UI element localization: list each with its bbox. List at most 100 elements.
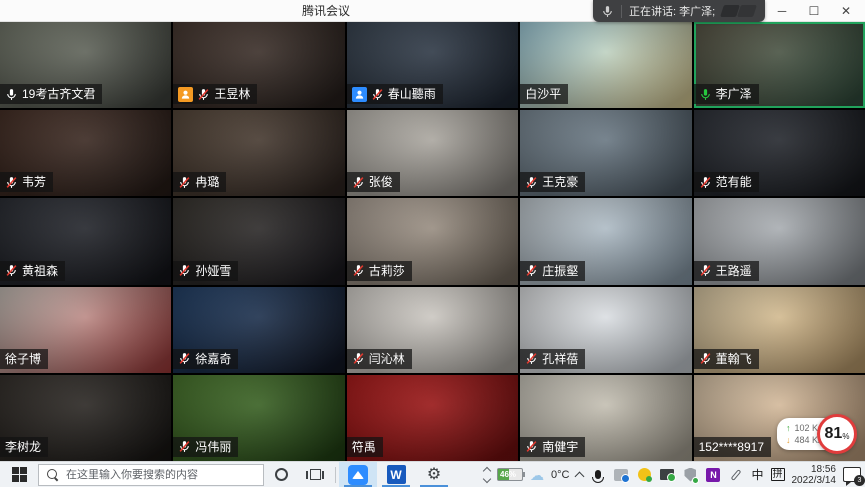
mic-icon <box>5 88 18 101</box>
video-tile[interactable]: 徐嘉奇 <box>173 287 344 373</box>
taskbar-scroll-chevrons[interactable] <box>484 468 490 482</box>
participant-name: 冯伟丽 <box>195 438 231 456</box>
participant-name: 庄振壑 <box>542 262 578 280</box>
video-tile[interactable]: 南健宇 <box>520 375 691 461</box>
video-tile[interactable]: 王昱林 <box>173 22 344 108</box>
weather-temperature[interactable]: 0°C <box>551 469 569 481</box>
speaking-toast: 正在讲话: 李广泽; <box>593 0 765 22</box>
search-input[interactable] <box>66 469 255 481</box>
taskbar-app-settings[interactable]: ⚙ <box>415 462 453 487</box>
video-tile[interactable]: 春山聽雨 <box>347 22 518 108</box>
video-tile[interactable]: 王路遥 <box>694 198 865 284</box>
participant-name: 152****8917 <box>699 438 764 456</box>
video-tile[interactable]: 白沙平 <box>520 22 691 108</box>
cortana-button[interactable] <box>264 462 298 487</box>
participant-label: 孙娅雪 <box>173 261 238 281</box>
weather-cloud-icon[interactable]: ☁ <box>530 468 544 482</box>
cortana-icon <box>275 468 288 481</box>
video-tile[interactable]: 黄祖森 <box>0 198 171 284</box>
taskbar-app-tencent-meeting[interactable] <box>339 462 377 487</box>
participant-label: 李广泽 <box>694 84 759 104</box>
toast-divider <box>621 5 622 18</box>
mic-muted-icon <box>699 176 712 189</box>
participant-label: 春山聽雨 <box>347 84 443 104</box>
video-tile[interactable]: 王克豪 <box>520 110 691 196</box>
video-tile[interactable]: 闫沁林 <box>347 287 518 373</box>
window-title: 腾讯会议 <box>302 0 350 22</box>
participant-label: 王克豪 <box>520 172 585 192</box>
video-tile[interactable]: 李树龙 <box>0 375 171 461</box>
participant-name: 董翰飞 <box>716 350 752 368</box>
mic-muted-icon <box>352 352 365 365</box>
microphone-tray-icon[interactable] <box>590 467 606 483</box>
video-tile[interactable]: 冯伟丽 <box>173 375 344 461</box>
toast-blob <box>737 5 757 17</box>
display-tray-icon[interactable] <box>659 467 675 483</box>
participant-label: 董翰飞 <box>694 349 759 369</box>
mic-speaking-icon <box>699 88 712 101</box>
video-tile[interactable]: 董翰飞 <box>694 287 865 373</box>
video-tile[interactable]: 古莉莎 <box>347 198 518 284</box>
upload-arrow-icon: ↑ <box>786 422 791 434</box>
video-tile[interactable]: 符禹 <box>347 375 518 461</box>
maximize-button[interactable]: ☐ <box>801 0 827 22</box>
onenote-tray-icon[interactable]: N <box>705 467 721 483</box>
video-tile[interactable]: 冉璐 <box>173 110 344 196</box>
title-bar: 腾讯会议 正在讲话: 李广泽; ─ ☐ ✕ <box>0 0 865 22</box>
participant-name: 王路遥 <box>716 262 752 280</box>
windows-taskbar: W ⚙ 46% ☁ 0°C N <box>0 461 865 487</box>
video-tile[interactable]: 李广泽 <box>694 22 865 108</box>
antivirus-ball-tray-icon[interactable] <box>636 467 652 483</box>
participant-label: 冉璐 <box>173 172 226 192</box>
video-tile[interactable]: 孔祥蓓 <box>520 287 691 373</box>
mic-muted-icon <box>178 440 191 453</box>
paperclip-tray-icon[interactable] <box>728 467 744 483</box>
participant-label: 黄祖森 <box>0 261 65 281</box>
participant-label: 李树龙 <box>0 437 48 457</box>
participant-label: 张俊 <box>347 172 400 192</box>
video-tile[interactable]: 张俊 <box>347 110 518 196</box>
video-tile[interactable]: 19考古齐文君 <box>0 22 171 108</box>
mic-muted-icon <box>699 264 712 277</box>
mic-muted-icon <box>371 88 384 101</box>
mic-muted-icon <box>352 176 365 189</box>
participant-name: 李广泽 <box>716 85 752 103</box>
video-tile[interactable]: 徐子博 <box>0 287 171 373</box>
task-view-button[interactable] <box>298 462 332 487</box>
notification-center-button[interactable]: 3 <box>843 467 861 482</box>
participant-label: 闫沁林 <box>347 349 412 369</box>
participant-label: 符禹 <box>347 437 383 457</box>
ime-pinyin-indicator[interactable]: 拼 <box>771 468 785 481</box>
close-button[interactable]: ✕ <box>833 0 859 22</box>
windows-logo-icon <box>12 467 27 482</box>
participant-name: 徐子博 <box>5 350 41 368</box>
tencent-meeting-window: 腾讯会议 正在讲话: 李广泽; ─ ☐ ✕ 19考古齐文君王昱林春山聽雨 白沙平李… <box>0 0 865 487</box>
minimize-button[interactable]: ─ <box>769 0 795 22</box>
battery-indicator[interactable]: 46% <box>497 468 523 481</box>
download-arrow-icon: ↓ <box>786 434 791 446</box>
start-button[interactable] <box>0 462 38 487</box>
taskbar-app-word[interactable]: W <box>377 462 415 487</box>
floating-stats-badge[interactable]: ↑ 102 K/s ↓ 484 K/s 81 % <box>777 414 857 454</box>
participant-name: 符禹 <box>352 438 376 456</box>
participant-name: 徐嘉奇 <box>195 350 231 368</box>
participant-label: 韦芳 <box>0 172 53 192</box>
participant-label: 王路遥 <box>694 261 759 281</box>
mic-muted-icon <box>5 176 18 189</box>
taskbar-search[interactable] <box>38 464 264 486</box>
participant-name: 闫沁林 <box>369 350 405 368</box>
participant-name: 冉璐 <box>195 173 219 191</box>
hidden-icons-chevron[interactable] <box>575 471 585 481</box>
taskbar-clock[interactable]: 18:56 2022/3/14 <box>792 464 837 486</box>
participant-name: 张俊 <box>369 173 393 191</box>
video-tile[interactable]: 韦芳 <box>0 110 171 196</box>
speaking-toast-text: 正在讲话: 李广泽; <box>629 3 715 19</box>
percent-ring: 81 % <box>817 414 857 454</box>
video-tile[interactable]: 孙娅雪 <box>173 198 344 284</box>
security-shield-icon[interactable] <box>682 467 698 483</box>
video-tile[interactable]: 范有能 <box>694 110 865 196</box>
ime-language-indicator[interactable]: 中 <box>751 466 763 483</box>
photos-tray-icon[interactable] <box>613 467 629 483</box>
video-tile[interactable]: 庄振壑 <box>520 198 691 284</box>
participant-role-icon <box>178 87 193 102</box>
